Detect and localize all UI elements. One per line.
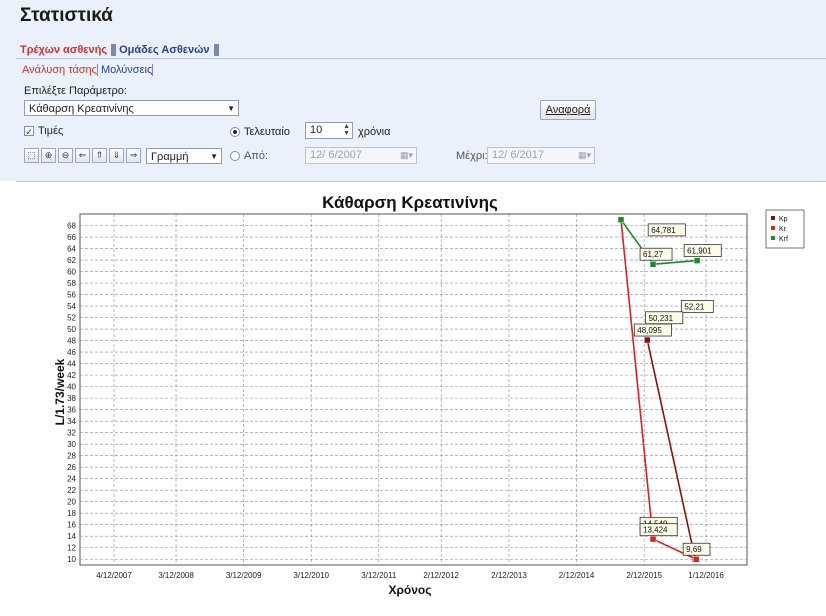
data-point-krf	[617, 216, 625, 224]
y-tick-label: 38	[67, 394, 76, 403]
data-label: 52,21	[680, 300, 714, 313]
legend: Kp Kr Krf	[765, 209, 805, 249]
data-label-text: 50,231	[649, 314, 674, 323]
x-tick-label: 3/12/2009	[226, 571, 262, 580]
y-tick-label: 64	[67, 245, 76, 254]
y-tick-label: 56	[67, 291, 76, 300]
x-tick-label: 3/12/2010	[293, 571, 329, 580]
data-label: 50,231	[645, 311, 684, 325]
y-tick-label: 62	[67, 256, 76, 265]
y-tick-label: 40	[67, 383, 76, 392]
data-label-text: 64,781	[651, 226, 676, 235]
y-tick-label: 42	[67, 371, 76, 380]
y-tick-label: 14	[67, 532, 76, 541]
y-tick-label: 44	[67, 360, 76, 369]
data-label: 48,095	[633, 323, 672, 337]
x-axis-title: Χρόνος	[388, 583, 431, 597]
data-point-kp	[644, 336, 651, 344]
x-tick-label: 2/12/2014	[559, 571, 595, 580]
y-tick-label: 50	[67, 325, 76, 334]
legend-label-kr: Kr	[779, 226, 787, 233]
y-tick-label: 58	[67, 279, 76, 288]
y-tick-label: 30	[67, 440, 76, 449]
x-tick-label: 1/12/2016	[688, 571, 724, 580]
y-tick-label: 60	[67, 268, 76, 277]
data-label-text: 61,901	[687, 247, 712, 256]
x-tick-label: 3/12/2008	[158, 571, 194, 580]
y-axis-title: L/1.73/week	[53, 358, 67, 425]
y-tick-label: 48	[67, 337, 76, 346]
y-tick-label: 54	[67, 302, 76, 311]
chart-title: Κάθαρση Κρεατινίνης	[322, 193, 498, 212]
legend-label-krf: Krf	[779, 236, 788, 243]
data-label-text: 48,095	[637, 326, 662, 335]
y-tick-label: 16	[67, 521, 76, 530]
data-label-text: 13,424	[643, 526, 668, 535]
y-tick-label: 66	[67, 233, 76, 242]
y-tick-label: 28	[67, 452, 76, 461]
data-point-kr	[692, 555, 700, 563]
data-label: 9,69	[682, 542, 711, 556]
y-tick-label: 32	[67, 429, 76, 438]
data-point-kr	[649, 535, 657, 543]
data-label-text: 9,69	[686, 545, 702, 554]
trend-chart: 10 12 14 16 18 20 22 24 26 28 30 32 34 36 38 40 42 44 46 48…	[53, 193, 805, 597]
data-label-text: 61,27	[643, 250, 664, 259]
data-point-krf	[693, 257, 701, 264]
y-tick-label: 26	[67, 463, 76, 472]
y-tick-label: 10	[67, 555, 76, 564]
y-tick-label: 22	[67, 486, 76, 495]
data-label: 13,424	[639, 523, 678, 537]
y-tick-label: 12	[67, 544, 76, 553]
data-label-text: 52,21	[684, 302, 705, 311]
y-tick-label: 36	[67, 406, 76, 415]
y-tick-label: 18	[67, 509, 76, 518]
legend-marker-kr	[771, 226, 775, 230]
plot-area	[79, 213, 748, 566]
data-point-krf	[649, 260, 657, 268]
x-tick-label: 2/12/2015	[626, 571, 662, 580]
x-tick-label: 2/12/2012	[423, 571, 459, 580]
y-tick-label: 52	[67, 314, 76, 323]
y-tick-label: 20	[67, 498, 76, 507]
y-tick-label: 24	[67, 475, 76, 484]
x-tick-label: 4/12/2007	[96, 571, 132, 580]
x-tick-label: 3/12/2011	[361, 571, 397, 580]
legend-marker-krf	[771, 236, 775, 240]
x-tick-label: 2/12/2013	[491, 571, 527, 580]
legend-label-kp: Kp	[779, 216, 788, 223]
legend-marker-kp	[771, 216, 775, 220]
data-label: 61,901	[683, 244, 722, 258]
data-label: 61,27	[639, 247, 673, 261]
y-tick-label: 46	[67, 348, 76, 357]
data-label: 64,781	[647, 223, 686, 237]
y-tick-label: 34	[67, 417, 76, 426]
y-tick-label: 68	[67, 222, 76, 231]
